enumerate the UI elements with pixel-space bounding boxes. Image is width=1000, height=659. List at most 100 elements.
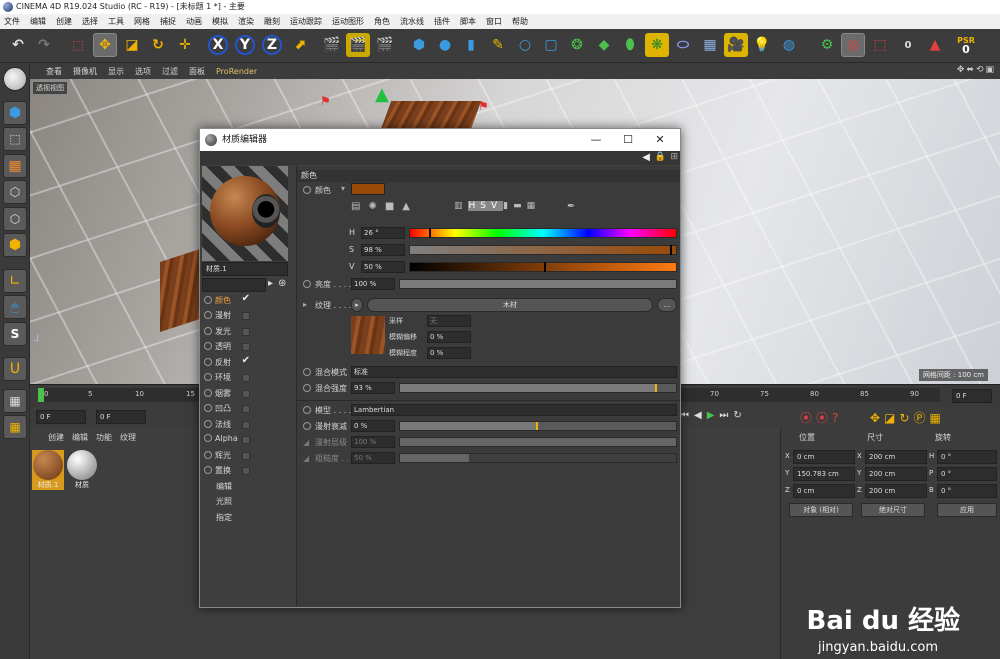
texture-menu-button[interactable]: ▸	[351, 298, 363, 312]
menu-mesh[interactable]: 网格	[134, 16, 150, 27]
channel-fog[interactable]: 烟雾	[202, 388, 292, 402]
hue-field[interactable]: 26 °	[361, 227, 405, 239]
color-model-icons[interactable]: ▥HSV▮▬▦	[454, 201, 540, 211]
size-x-field[interactable]: 200 cm	[865, 450, 927, 464]
brightness-field[interactable]: 100 %	[351, 278, 395, 290]
rot-h-field[interactable]: 0 °	[937, 450, 997, 464]
deformer-icon[interactable]: ◆	[592, 33, 616, 57]
viewport-menu-view[interactable]: 查看	[46, 66, 62, 77]
viewport-menu-panel[interactable]: 面板	[189, 66, 205, 77]
axis-mode-icon[interactable]: ∟	[3, 269, 27, 293]
light-icon[interactable]: 💡	[750, 33, 774, 57]
roughness-slider[interactable]	[399, 453, 677, 463]
saturation-field[interactable]: 98 %	[361, 244, 405, 256]
channel-check-icon[interactable]: ✔	[242, 355, 250, 366]
cube-icon[interactable]: ⬢	[407, 33, 431, 57]
floor-icon[interactable]: ▦	[698, 33, 722, 57]
nurbs-icon[interactable]: ▢	[539, 33, 563, 57]
y-axis-lock-button[interactable]: Y	[235, 35, 255, 55]
menu-animate[interactable]: 动画	[186, 16, 202, 27]
diffuse-falloff-field[interactable]: 0 %	[351, 420, 395, 432]
channel-normal[interactable]: 法线	[202, 419, 292, 433]
value-field[interactable]: 50 %	[361, 261, 405, 273]
channel-bump[interactable]: 凹凸	[202, 403, 292, 417]
channel-alpha[interactable]: Alpha	[202, 434, 292, 448]
diffuse-level-field[interactable]: 100 %	[351, 436, 395, 448]
frame-field[interactable]: 0 F	[952, 389, 992, 403]
sculpt-grid-icon[interactable]: ▦	[3, 389, 27, 413]
menu-plugins[interactable]: 插件	[434, 16, 450, 27]
viewport-menu-prorender[interactable]: ProRender	[216, 67, 257, 76]
workplane-mode-icon[interactable]: ▦	[3, 154, 27, 178]
viewport-menu-camera[interactable]: 摄像机	[73, 66, 97, 77]
z-axis-lock-button[interactable]: Z	[262, 35, 282, 55]
snap-settings-icon[interactable]: ⚙	[815, 33, 839, 57]
pos-z-field[interactable]: 0 cm	[793, 484, 855, 498]
brightness-slider[interactable]	[399, 279, 677, 289]
channel-checkbox[interactable]	[242, 312, 250, 320]
color-dropdown-icon[interactable]: ▾	[341, 184, 345, 193]
model-anim-radio[interactable]	[303, 406, 311, 414]
make-editable-icon[interactable]	[3, 67, 27, 91]
mm-menu-function[interactable]: 功能	[96, 432, 112, 443]
value-slider[interactable]	[409, 262, 677, 272]
texture-expand-icon[interactable]: ▸	[303, 300, 307, 309]
menu-help[interactable]: 帮助	[512, 16, 528, 27]
enable-snap-icon[interactable]: ◎	[841, 33, 865, 57]
menu-edit[interactable]: 编辑	[30, 16, 46, 27]
start-frame-field[interactable]: 0 F	[36, 410, 86, 424]
channel-checkbox[interactable]	[242, 390, 250, 398]
sub-editor[interactable]: 编辑	[202, 481, 292, 495]
lock-icon[interactable]: 🔒	[655, 152, 666, 162]
viewport-menu-filter[interactable]: 过滤	[162, 66, 178, 77]
current-frame-field[interactable]: 0 F	[96, 410, 146, 424]
render-view-icon[interactable]: 🎬	[320, 33, 344, 57]
rot-b-field[interactable]: 0 °	[937, 484, 997, 498]
pick-material-icon[interactable]: ⊛	[278, 278, 286, 289]
eyedropper-icon[interactable]: ✒	[567, 201, 575, 212]
channel-displacement[interactable]: 置换	[202, 465, 292, 479]
texture-mode-icon[interactable]: ⬚	[3, 127, 27, 151]
sphere-icon[interactable]: ●	[433, 33, 457, 57]
minimize-icon[interactable]: —	[580, 129, 612, 151]
mm-menu-edit[interactable]: 编辑	[72, 432, 88, 443]
material-thumb-wood[interactable]: 材质.1	[32, 450, 64, 490]
maximize-icon[interactable]: ☐	[612, 129, 644, 151]
polygons-mode-icon[interactable]: ⬢	[3, 233, 27, 257]
workplane-icon[interactable]: ⬚	[868, 33, 892, 57]
menu-create[interactable]: 创建	[56, 16, 72, 27]
menu-sculpt[interactable]: 雕刻	[264, 16, 280, 27]
mm-menu-create[interactable]: 创建	[48, 432, 64, 443]
saturation-slider[interactable]	[409, 245, 677, 255]
channel-checkbox[interactable]	[242, 374, 250, 382]
magnet-icon[interactable]: U	[3, 357, 27, 381]
mix-strength-field[interactable]: 93 %	[351, 382, 395, 394]
texture-name-button[interactable]: 木材	[367, 298, 653, 312]
menu-file[interactable]: 文件	[4, 16, 20, 27]
color-picker-mode-icons[interactable]: ▤✺■▲	[351, 201, 418, 212]
menu-tools[interactable]: 工具	[108, 16, 124, 27]
diffuse-falloff-anim-radio[interactable]	[303, 422, 311, 430]
menu-window[interactable]: 窗口	[486, 16, 502, 27]
layer-value[interactable]: 0	[896, 33, 920, 57]
channel-checkbox[interactable]	[242, 436, 250, 444]
channel-glow[interactable]: 辉光	[202, 450, 292, 464]
mix-mode-anim-radio[interactable]	[303, 368, 311, 376]
color-anim-radio[interactable]	[303, 186, 311, 194]
model-dropdown[interactable]: Lambertian	[351, 404, 677, 416]
channel-reflectance[interactable]: 反射 ✔	[202, 355, 292, 371]
size-z-field[interactable]: 200 cm	[865, 484, 927, 498]
render-settings-icon[interactable]: 🎬	[373, 33, 397, 57]
x-axis-lock-button[interactable]: X	[208, 35, 228, 55]
mix-strength-anim-radio[interactable]	[303, 384, 311, 392]
material-search-field[interactable]	[202, 278, 266, 292]
saturation-slider-handle[interactable]	[669, 245, 672, 255]
channel-transparency[interactable]: 透明	[202, 341, 292, 355]
size-mode-dropdown[interactable]: 绝对尺寸	[861, 503, 925, 517]
texture-thumbnail[interactable]	[351, 316, 385, 354]
keyframe-filter-icons[interactable]: ✥◪↻Ⓟ▦	[870, 409, 945, 426]
playback-controls[interactable]: ⏮◀▶⏭↻	[680, 410, 747, 421]
blur-scale-field[interactable]: 0 %	[427, 347, 471, 359]
psr-lock-button[interactable]: PSR 0	[950, 33, 982, 57]
pos-y-field[interactable]: 150.783 cm	[793, 467, 855, 481]
